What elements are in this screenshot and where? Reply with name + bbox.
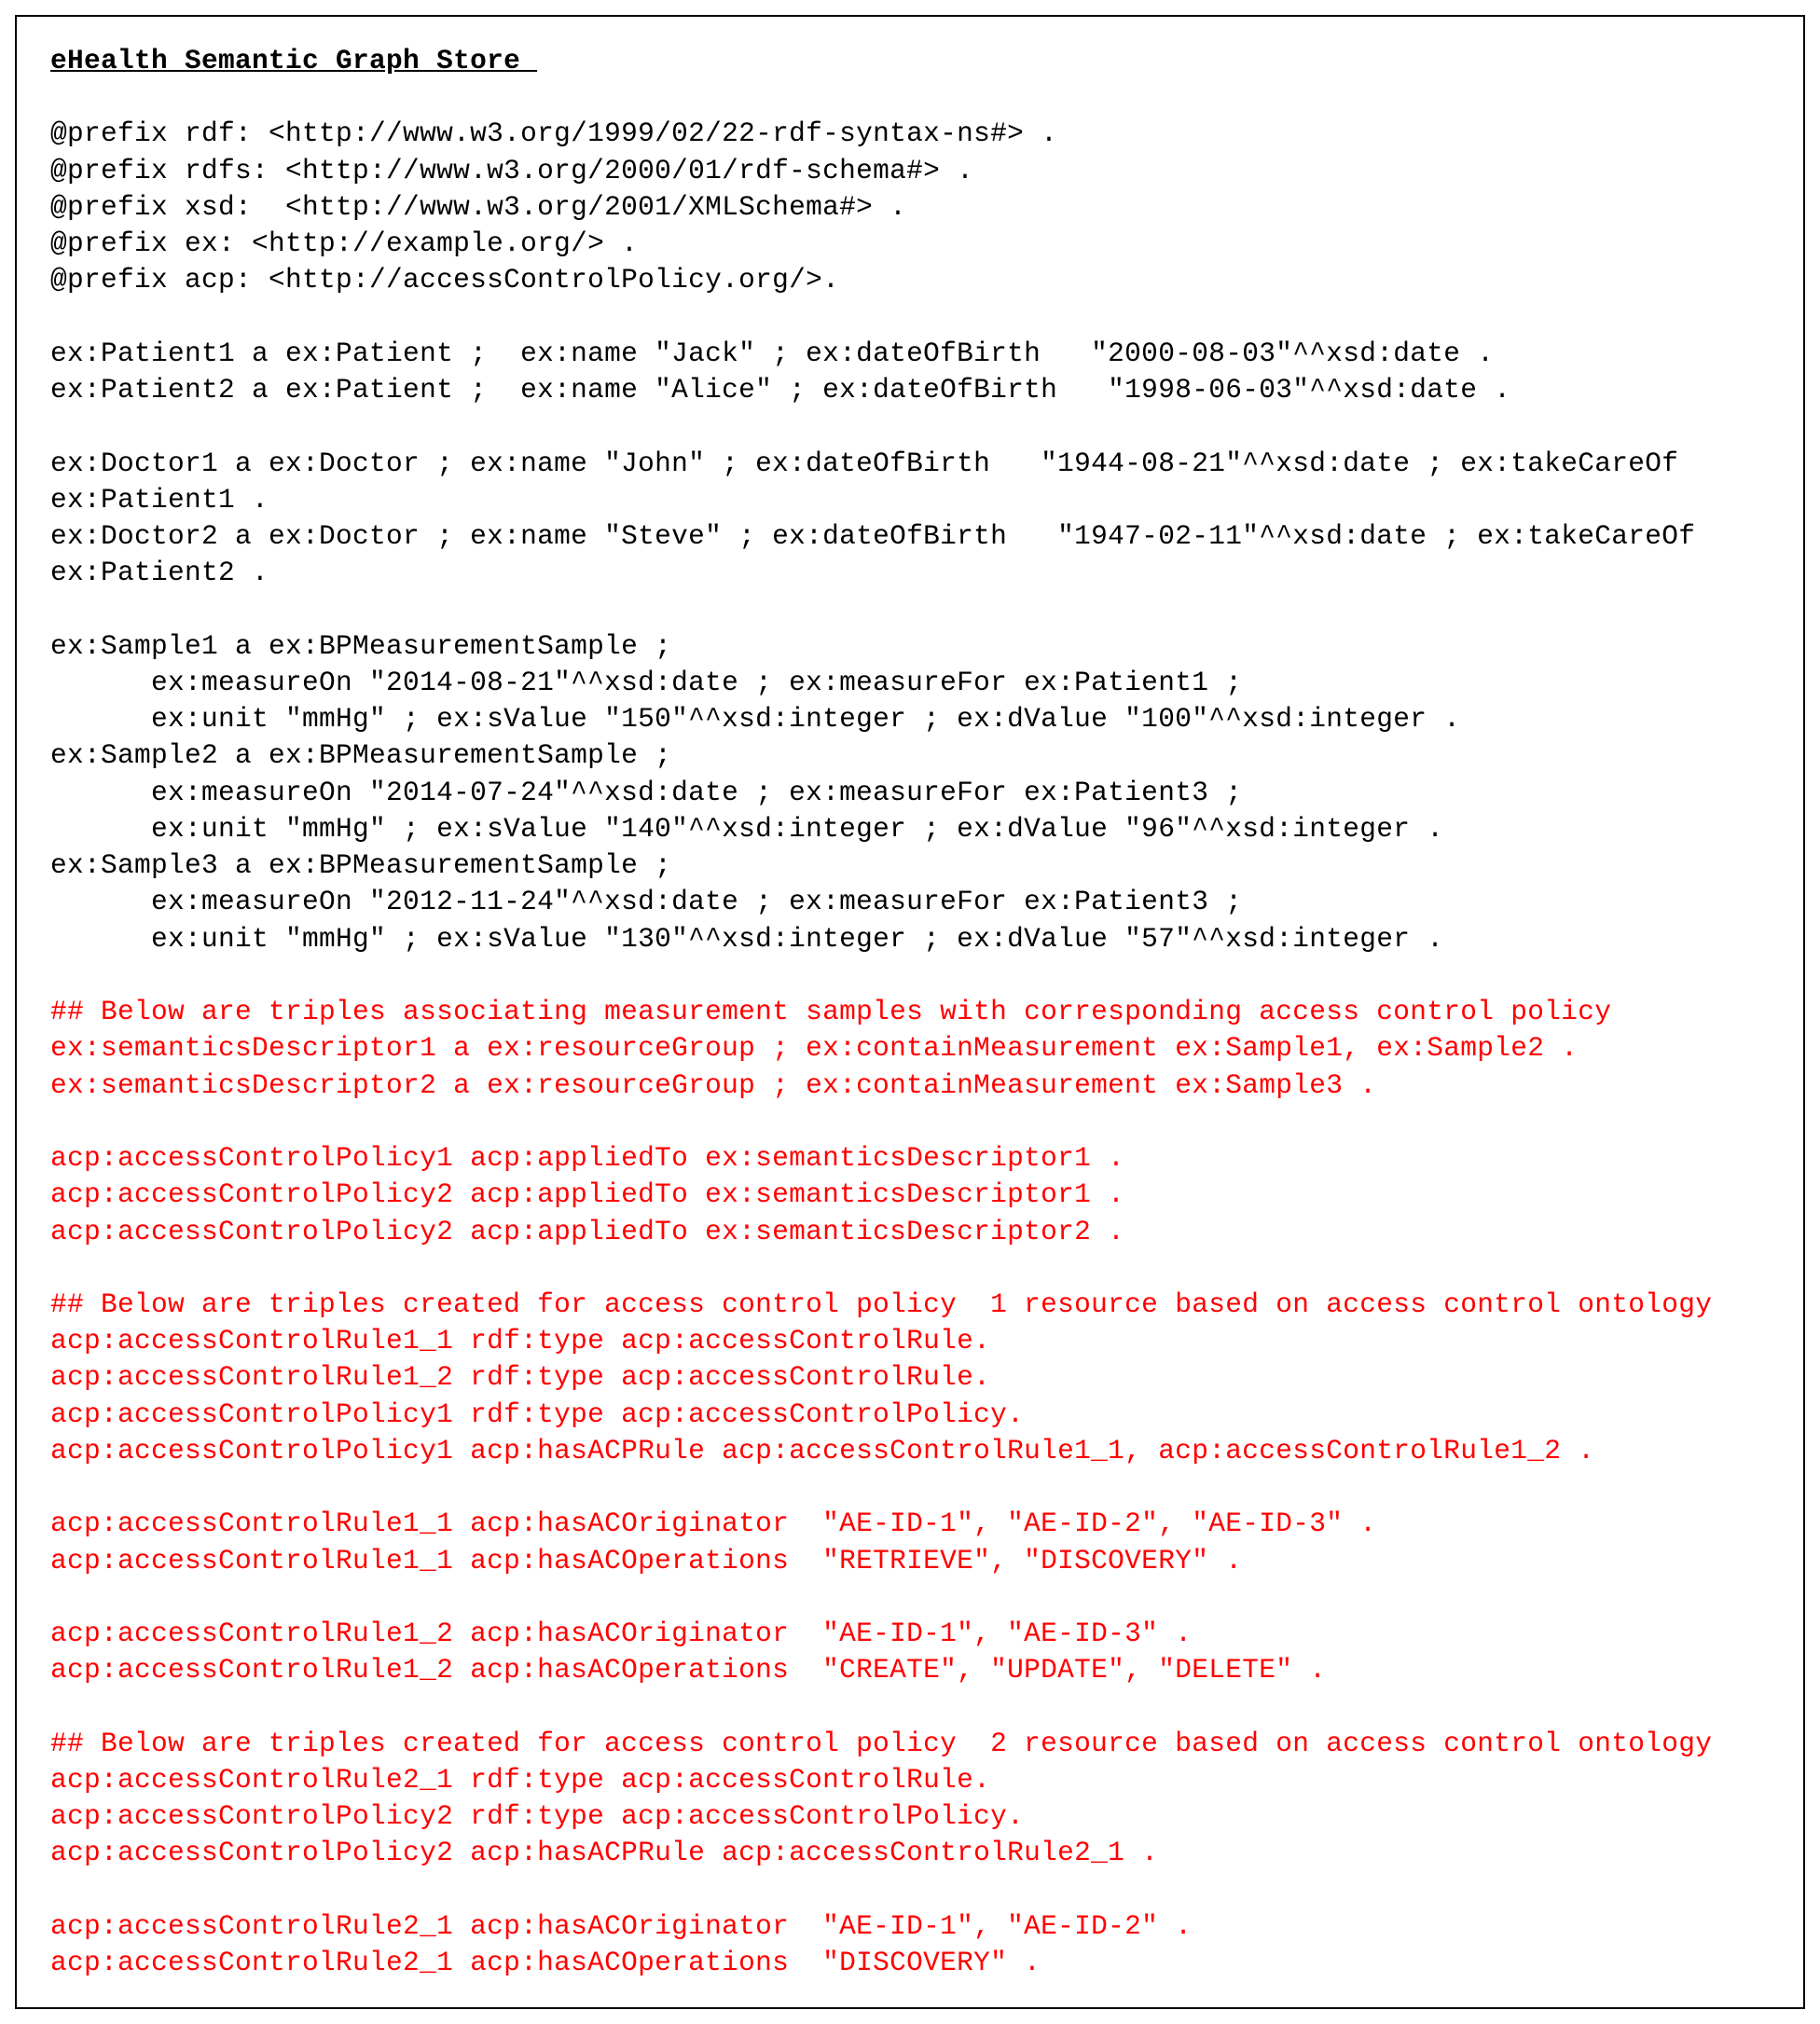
code-line: ex:Doctor1 a ex:Doctor ; ex:name "John" … xyxy=(50,447,1678,479)
code-line: ex:Patient1 . xyxy=(50,484,269,516)
code-line: ex:Sample3 a ex:BPMeasurementSample ; xyxy=(50,849,671,881)
code-line: acp:accessControlPolicy1 acp:appliedTo e… xyxy=(50,1142,1124,1174)
code-line: ex:Patient2 . xyxy=(50,557,269,588)
code-line: ex:unit "mmHg" ; ex:sValue "140"^^xsd:in… xyxy=(50,813,1443,845)
code-line: acp:accessControlPolicy2 rdf:type acp:ac… xyxy=(50,1800,1024,1832)
code-line: acp:accessControlRule2_1 acp:hasACOperat… xyxy=(50,1947,1041,1978)
code-line: acp:accessControlPolicy2 acp:hasACPRule … xyxy=(50,1837,1158,1868)
code-line: @prefix ex: <http://example.org/> . xyxy=(50,227,638,259)
code-line: ex:measureOn "2014-07-24"^^xsd:date ; ex… xyxy=(50,777,1242,808)
code-line: @prefix acp: <http://accessControlPolicy… xyxy=(50,264,839,296)
code-line: acp:accessControlPolicy2 acp:appliedTo e… xyxy=(50,1178,1124,1210)
code-line: ex:semanticsDescriptor2 a ex:resourceGro… xyxy=(50,1069,1376,1101)
code-line: ## Below are triples associating measure… xyxy=(50,996,1611,1027)
code-line: ex:Doctor2 a ex:Doctor ; ex:name "Steve"… xyxy=(50,520,1695,552)
code-line: @prefix rdf: <http://www.w3.org/1999/02/… xyxy=(50,117,1057,149)
code-line: acp:accessControlPolicy1 acp:hasACPRule … xyxy=(50,1435,1594,1466)
code-line: acp:accessControlRule1_2 acp:hasACOrigin… xyxy=(50,1618,1192,1649)
code-line: acp:accessControlRule1_1 acp:hasACOperat… xyxy=(50,1545,1242,1577)
code-line: acp:accessControlRule1_1 acp:hasACOrigin… xyxy=(50,1508,1376,1539)
code-line: ex:Patient1 a ex:Patient ; ex:name "Jack… xyxy=(50,337,1494,369)
code-line: acp:accessControlRule2_1 rdf:type acp:ac… xyxy=(50,1764,990,1796)
code-line: @prefix rdfs: <http://www.w3.org/2000/01… xyxy=(50,155,973,186)
code-line: ex:unit "mmHg" ; ex:sValue "150"^^xsd:in… xyxy=(50,703,1460,735)
document-title: eHealth Semantic Graph Store xyxy=(50,45,537,76)
code-line: acp:accessControlPolicy2 acp:appliedTo e… xyxy=(50,1216,1124,1247)
code-line: acp:accessControlRule1_1 rdf:type acp:ac… xyxy=(50,1325,990,1356)
code-frame: eHealth Semantic Graph Store @prefix rdf… xyxy=(15,15,1805,2009)
code-line: ## Below are triples created for access … xyxy=(50,1288,1712,1320)
code-line: acp:accessControlRule2_1 acp:hasACOrigin… xyxy=(50,1910,1192,1942)
code-line: ex:unit "mmHg" ; ex:sValue "130"^^xsd:in… xyxy=(50,923,1443,955)
code-line: acp:accessControlRule1_2 acp:hasACOperat… xyxy=(50,1654,1326,1686)
code-line: ## Below are triples created for access … xyxy=(50,1728,1712,1759)
code-line: @prefix xsd: <http://www.w3.org/2001/XML… xyxy=(50,191,906,223)
code-line: ex:measureOn "2012-11-24"^^xsd:date ; ex… xyxy=(50,886,1242,917)
code-line: ex:Sample1 a ex:BPMeasurementSample ; xyxy=(50,630,671,662)
code-line: acp:accessControlPolicy1 rdf:type acp:ac… xyxy=(50,1398,1024,1430)
code-line: ex:Sample2 a ex:BPMeasurementSample ; xyxy=(50,739,671,771)
code-line: acp:accessControlRule1_2 rdf:type acp:ac… xyxy=(50,1361,990,1393)
code-line: ex:measureOn "2014-08-21"^^xsd:date ; ex… xyxy=(50,667,1242,698)
code-line: ex:Patient2 a ex:Patient ; ex:name "Alic… xyxy=(50,374,1510,406)
code-line: ex:semanticsDescriptor1 a ex:resourceGro… xyxy=(50,1032,1578,1064)
